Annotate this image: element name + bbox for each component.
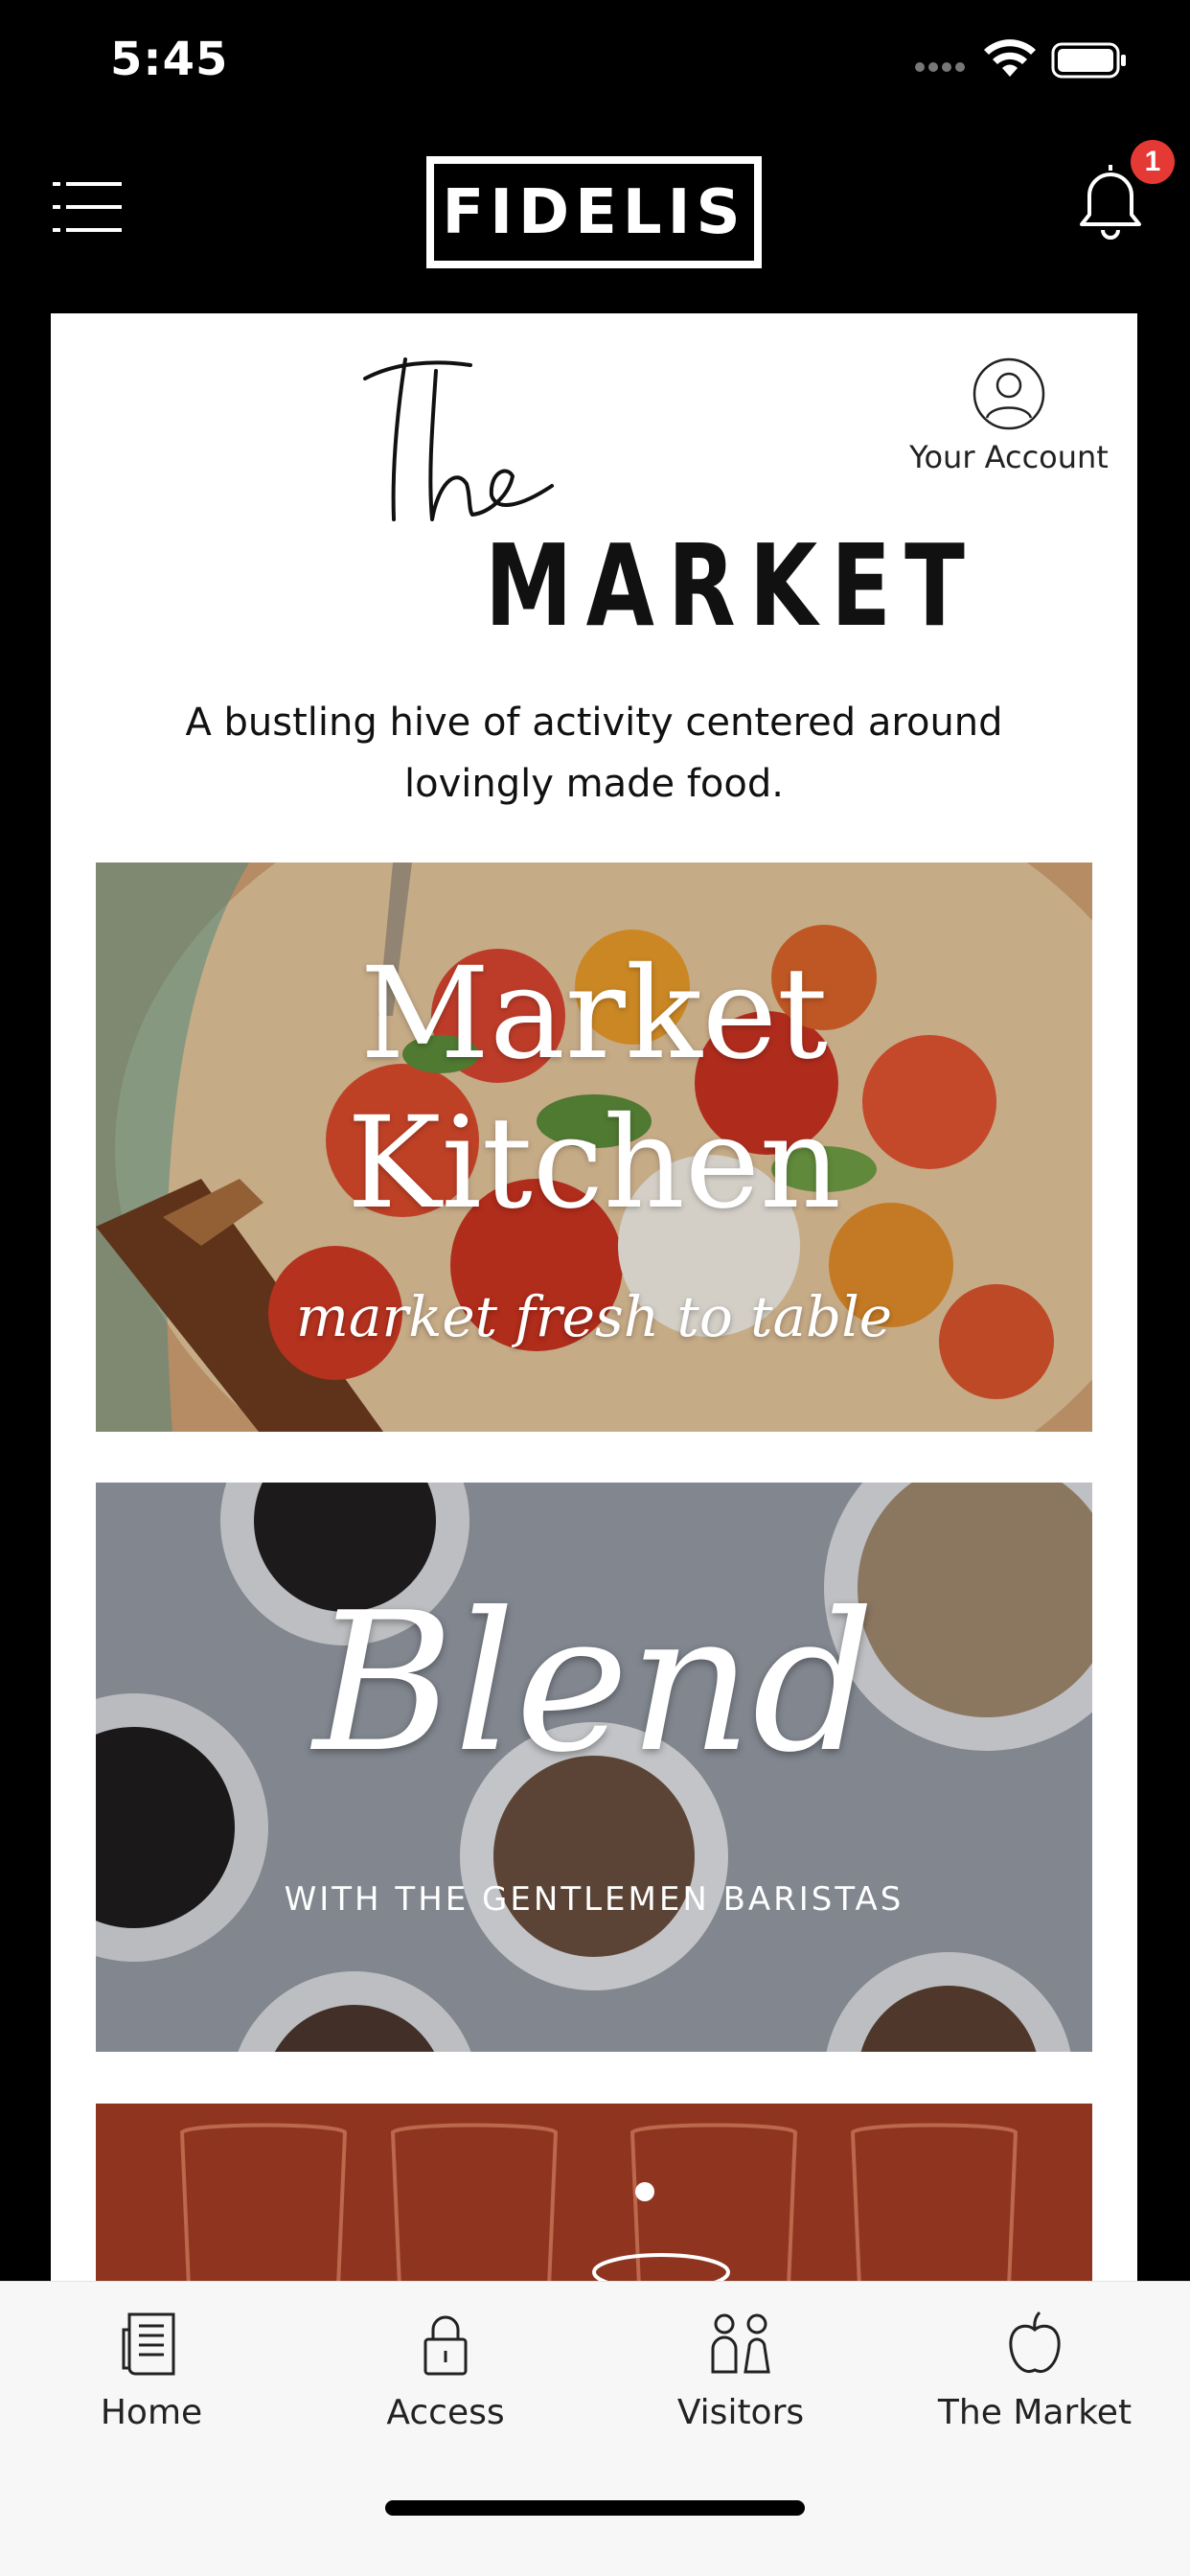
your-account-button[interactable]: Your Account xyxy=(894,356,1124,475)
people-icon xyxy=(711,2313,770,2374)
status-time: 5:45 xyxy=(110,33,229,86)
tab-visitors-label: Visitors xyxy=(676,2393,805,2432)
logo-text: FIDELIS xyxy=(442,176,746,248)
market-content: the MARKET Your Account A bustling hive … xyxy=(51,313,1137,2281)
battery-icon xyxy=(1051,42,1126,79)
signal-dots-icon xyxy=(915,59,971,72)
tab-home[interactable]: Home xyxy=(36,2309,266,2432)
notification-badge: 1 xyxy=(1131,140,1175,184)
tagline: A bustling hive of activity centered aro… xyxy=(185,701,1003,806)
tab-the-market-label: The Market xyxy=(937,2393,1133,2432)
market-logo-script: the xyxy=(355,352,554,521)
fidelis-logo[interactable]: FIDELIS xyxy=(426,156,762,268)
lock-icon xyxy=(423,2315,468,2376)
market-logo: the MARKET xyxy=(355,352,965,652)
menu-button[interactable] xyxy=(53,182,125,249)
status-bar: 5:45 xyxy=(0,0,1190,125)
wifi-icon xyxy=(984,39,1036,77)
blend-subtitle: WITH THE GENTLEMEN BARISTAS xyxy=(284,1880,904,1919)
market-logo-script-text: the xyxy=(355,352,357,353)
your-account-label: Your Account xyxy=(909,439,1109,475)
tab-access[interactable]: Access xyxy=(331,2309,561,2432)
tab-visitors[interactable]: Visitors xyxy=(626,2309,856,2432)
document-icon xyxy=(122,2312,175,2376)
market-kitchen-subtitle: market fresh to table xyxy=(295,1284,893,1349)
tab-access-label: Access xyxy=(386,2393,505,2432)
wine-bar-banner[interactable] xyxy=(96,2104,1092,2281)
wine-glasses-photo xyxy=(96,2104,1092,2281)
market-kitchen-title-line2: Kitchen xyxy=(347,1090,841,1237)
home-indicator[interactable] xyxy=(385,2500,805,2516)
account-icon xyxy=(973,357,1045,430)
market-kitchen-banner[interactable]: Market Kitchen market fresh to table xyxy=(96,862,1092,1432)
apple-icon xyxy=(1009,2311,1061,2373)
market-kitchen-title-line1: Market xyxy=(359,940,829,1088)
tab-the-market[interactable]: The Market xyxy=(920,2309,1150,2432)
market-logo-word: MARKET xyxy=(485,519,978,652)
blend-title: Blend xyxy=(312,1572,876,1795)
pager-dot xyxy=(635,2182,654,2201)
tab-bar: Home Access Visitors The Market xyxy=(0,2281,1190,2576)
blend-banner[interactable]: Blend WITH THE GENTLEMEN BARISTAS xyxy=(96,1483,1092,2052)
market-kitchen-title: Market Kitchen xyxy=(96,939,1092,1238)
app-header: FIDELIS 1 xyxy=(0,125,1190,311)
tab-home-label: Home xyxy=(100,2393,203,2432)
